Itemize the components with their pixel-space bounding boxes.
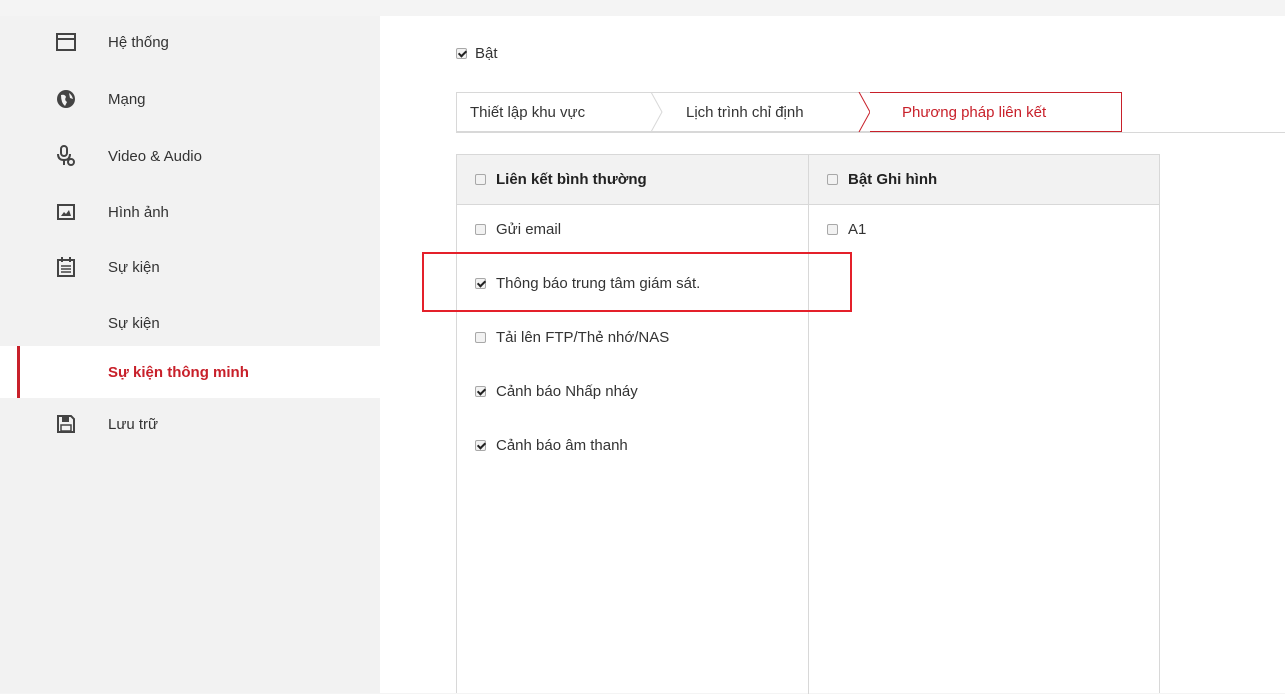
linkage-option-flash-alarm[interactable]: Cảnh báo Nhấp nháy [475, 383, 638, 400]
globe-icon [56, 89, 76, 109]
tab-bar: Thiết lập khu vực Lịch trình chỉ định Ph… [456, 92, 1285, 133]
sidebar-subitem-events[interactable]: Sự kiện [0, 303, 380, 343]
system-window-icon [56, 32, 76, 52]
checkbox[interactable] [475, 332, 486, 343]
option-label: Gửi email [496, 221, 562, 238]
sidebar-item-label: Mạng [108, 90, 146, 108]
sidebar-item-label: Hình ảnh [108, 203, 169, 221]
tab-schedule[interactable]: Lịch trình chỉ định [656, 92, 871, 132]
tab-label: Lịch trình chỉ định [686, 103, 804, 121]
highlight-annotation-box [422, 252, 852, 312]
record-column: Bật Ghi hình A1 [809, 155, 1159, 694]
normal-linkage-header: Liên kết bình thường [457, 155, 808, 205]
linkage-option-audio-alarm[interactable]: Cảnh báo âm thanh [475, 437, 628, 454]
sidebar-item-label: Sự kiện [108, 258, 160, 276]
sidebar-item-network[interactable]: Mạng [0, 79, 380, 119]
column-header-label: Liên kết bình thường [496, 171, 647, 188]
checkbox[interactable] [475, 386, 486, 397]
sidebar-item-label: Hệ thống [108, 33, 169, 51]
sidebar-item-label: Sự kiện thông minh [108, 363, 249, 381]
sidebar-subitem-smart-events[interactable]: Sự kiện thông minh [0, 346, 380, 398]
option-label: A1 [848, 221, 867, 238]
checkbox[interactable] [475, 224, 486, 235]
record-header: Bật Ghi hình [809, 155, 1159, 205]
tab-area-settings[interactable]: Thiết lập khu vực [456, 92, 663, 132]
microphone-icon [56, 145, 76, 166]
checkbox[interactable] [827, 224, 838, 235]
enable-checkbox[interactable] [456, 48, 467, 59]
tab-label: Phương pháp liên kết [902, 103, 1047, 121]
tab-linkage-method[interactable]: Phương pháp liên kết [870, 92, 1122, 132]
storage-icon [56, 414, 76, 434]
normal-linkage-select-all-checkbox[interactable] [475, 174, 486, 185]
sidebar-item-storage[interactable]: Lưu trữ [0, 404, 380, 444]
linkage-option-email[interactable]: Gửi email [475, 221, 561, 238]
option-label: Cảnh báo âm thanh [496, 437, 628, 454]
linkage-option-ftp-upload[interactable]: Tải lên FTP/Thẻ nhớ/NAS [475, 329, 669, 346]
image-icon [56, 202, 76, 222]
normal-linkage-column: Liên kết bình thường Gửi email Thông báo… [457, 155, 809, 694]
sidebar-item-label: Video & Audio [108, 147, 202, 165]
sidebar-item-system[interactable]: Hệ thống [0, 22, 380, 62]
sidebar-item-events[interactable]: Sự kiện [0, 247, 380, 287]
enable-row: Bật [456, 45, 498, 62]
sidebar: Hệ thống Mạng Video & Audio Hình ảnh Sự … [0, 16, 380, 693]
sidebar-item-video-audio[interactable]: Video & Audio [0, 136, 380, 176]
main-panel: Bật Thiết lập khu vực Lịch trình chỉ địn… [380, 16, 1285, 694]
column-header-label: Bật Ghi hình [848, 171, 938, 188]
sidebar-item-image[interactable]: Hình ảnh [0, 192, 380, 232]
active-indicator [17, 346, 20, 398]
linkage-table: Liên kết bình thường Gửi email Thông báo… [456, 154, 1160, 694]
record-select-all-checkbox[interactable] [827, 174, 838, 185]
enable-label: Bật [475, 45, 498, 62]
calendar-icon [56, 257, 76, 277]
sidebar-item-label: Sự kiện [108, 314, 160, 332]
sidebar-item-label: Lưu trữ [108, 415, 159, 433]
checkbox[interactable] [475, 440, 486, 451]
tab-label: Thiết lập khu vực [470, 103, 586, 121]
record-channel-a1[interactable]: A1 [827, 221, 866, 238]
option-label: Cảnh báo Nhấp nháy [496, 383, 638, 400]
option-label: Tải lên FTP/Thẻ nhớ/NAS [496, 329, 670, 346]
